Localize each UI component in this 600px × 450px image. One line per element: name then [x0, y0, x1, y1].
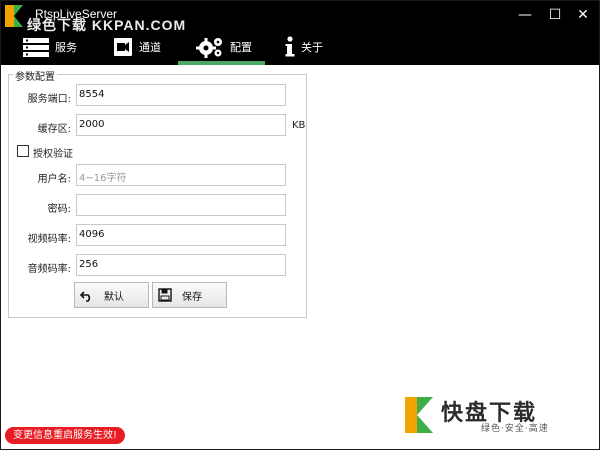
- app-logo-icon: [5, 5, 23, 27]
- buffer-label: 缓存区:: [37, 124, 71, 135]
- tab-about[interactable]: 关于: [285, 29, 335, 65]
- gears-icon: [196, 38, 222, 58]
- maximize-button[interactable]: ☐: [547, 7, 563, 23]
- minimize-button[interactable]: —: [517, 7, 533, 23]
- app-window: RtspLiveServer 绿色下载 KKPAN.COM — ☐ ✕ 服务 通…: [0, 0, 600, 450]
- tab-config-label: 配置: [230, 41, 252, 54]
- default-button[interactable]: 默认: [74, 282, 149, 308]
- save-button-label: 保存: [182, 291, 202, 303]
- service-port-input[interactable]: 8554: [76, 84, 286, 106]
- auth-label: 授权验证: [33, 149, 73, 160]
- tab-config[interactable]: 配置: [178, 29, 265, 65]
- close-button[interactable]: ✕: [575, 7, 591, 23]
- video-bitrate-label: 视频码率:: [27, 234, 71, 245]
- default-button-label: 默认: [104, 291, 124, 303]
- tab-service[interactable]: 服务: [23, 29, 83, 65]
- audio-bitrate-input[interactable]: 256: [76, 254, 286, 276]
- brand-tagline: 绿色·安全·高速: [481, 424, 549, 434]
- tab-channel-label: 通道: [139, 41, 161, 54]
- video-bitrate-input[interactable]: 4096: [76, 224, 286, 246]
- group-title: 参数配置: [13, 68, 57, 83]
- username-label: 用户名:: [37, 174, 71, 185]
- auth-checkbox[interactable]: [17, 145, 29, 157]
- floppy-disk-icon: [158, 288, 172, 302]
- save-button[interactable]: 保存: [152, 282, 227, 308]
- title-bar: RtspLiveServer 绿色下载 KKPAN.COM — ☐ ✕ 服务 通…: [1, 1, 599, 65]
- camera-icon: [114, 38, 132, 56]
- info-icon: [285, 36, 295, 57]
- undo-icon: [80, 291, 91, 302]
- audio-bitrate-label: 音频码率:: [27, 264, 71, 275]
- password-input[interactable]: [76, 194, 286, 216]
- status-message: 变更信息重启服务生效!: [5, 427, 126, 444]
- username-input[interactable]: 4~16字符: [76, 164, 286, 186]
- buffer-unit: KB: [292, 120, 306, 131]
- password-label: 密码:: [47, 204, 71, 215]
- service-port-label: 服务端口:: [27, 94, 71, 105]
- server-icon: [23, 38, 49, 57]
- tab-service-label: 服务: [55, 41, 77, 54]
- tab-channel[interactable]: 通道: [113, 29, 173, 65]
- tab-about-label: 关于: [301, 41, 323, 54]
- buffer-input[interactable]: 2000: [76, 114, 286, 136]
